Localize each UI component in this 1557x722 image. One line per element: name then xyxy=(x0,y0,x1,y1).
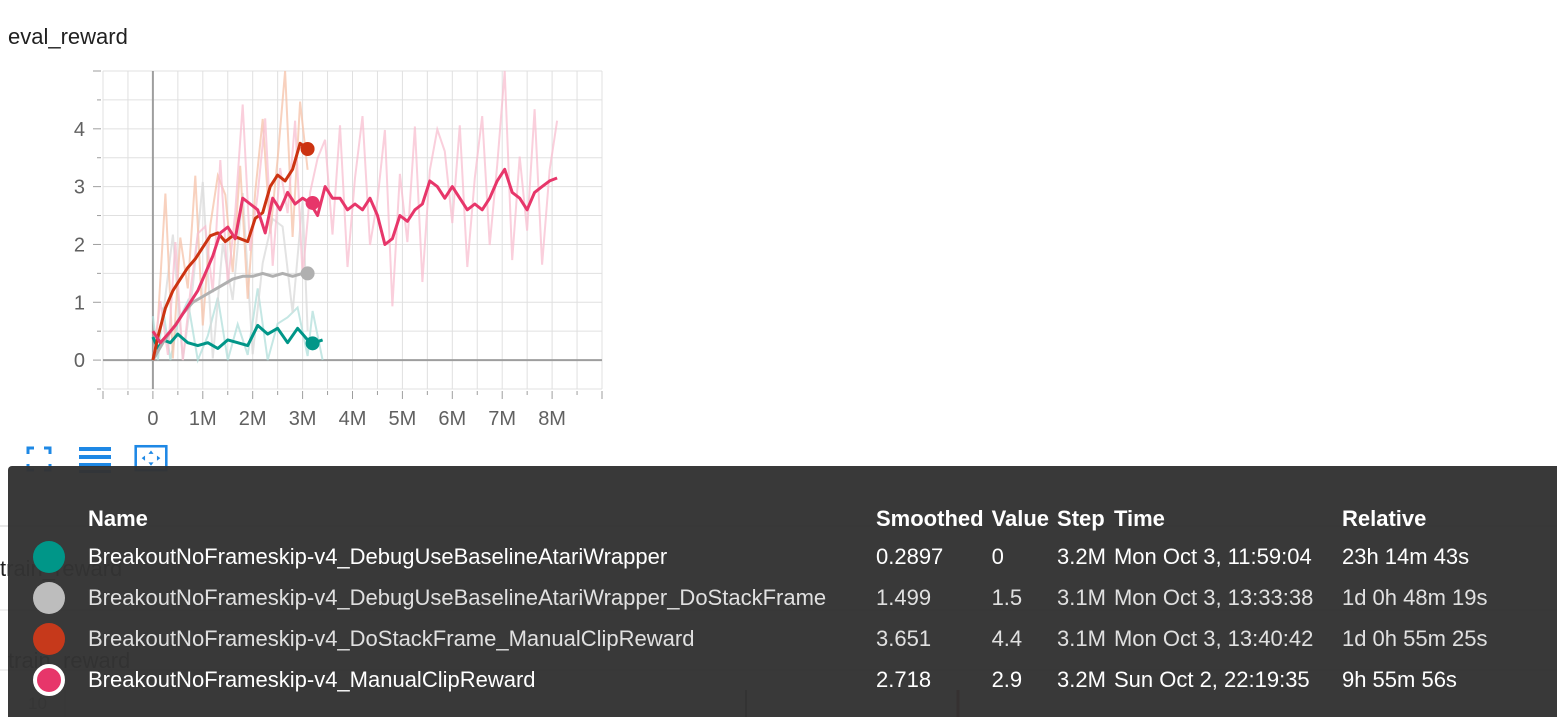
relative-value: 9h 55m 56s xyxy=(1341,666,1457,692)
header-smoothed: Smoothed xyxy=(876,506,984,531)
chart-title: eval_reward xyxy=(8,24,128,49)
header-name: Name xyxy=(88,506,148,531)
tooltip-row: BreakoutNoFrameskip-v4_ManualClipReward … xyxy=(30,659,1496,700)
step-value: 3.2M xyxy=(1057,543,1106,569)
tooltip-row: BreakoutNoFrameskip-v4_DoStackFrame_Manu… xyxy=(30,618,1496,659)
header-time: Time xyxy=(1113,506,1165,531)
time-value: Mon Oct 3, 11:59:04 xyxy=(1113,543,1312,569)
series-line xyxy=(151,323,324,350)
relative-value: 23h 14m 43s xyxy=(1341,543,1470,569)
y-tick-label: 1 xyxy=(74,292,85,314)
x-tick-label: 6M xyxy=(438,408,466,430)
time-value: Mon Oct 3, 13:33:38 xyxy=(1113,584,1314,610)
run-name: BreakoutNoFrameskip-v4_ManualClipReward xyxy=(88,666,536,692)
x-tick-label: 5M xyxy=(389,408,417,430)
hover-point-marker xyxy=(305,336,320,351)
smoothed-value: 0.2897 xyxy=(876,543,944,569)
x-tick-label: 3M xyxy=(289,408,317,430)
x-tick-label: 2M xyxy=(239,408,267,430)
chart-tooltip: Name Smoothed Value Step Time Relative B… xyxy=(8,466,1557,717)
eval-reward-chart[interactable]: 0 1M 2M 3M 4M 5M 6M 7M 8M 0 1 2 3 4 xyxy=(0,55,620,435)
raw-value: 2.9 xyxy=(991,666,1023,692)
tooltip-row: BreakoutNoFrameskip-v4_DebugUseBaselineA… xyxy=(30,577,1496,618)
step-value: 3.1M xyxy=(1057,625,1106,651)
hover-point-marker xyxy=(305,195,320,210)
run-name: BreakoutNoFrameskip-v4_DoStackFrame_Manu… xyxy=(88,625,695,651)
header-step: Step xyxy=(1057,506,1105,531)
y-tick-label: 4 xyxy=(74,119,85,141)
x-tick-label: 8M xyxy=(538,408,566,430)
relative-value: 1d 0h 55m 25s xyxy=(1341,625,1488,651)
step-value: 3.1M xyxy=(1057,584,1106,610)
relative-value: 1d 0h 48m 19s xyxy=(1341,584,1488,610)
hover-point-marker xyxy=(300,266,315,281)
run-color-swatch xyxy=(33,663,65,696)
time-value: Mon Oct 3, 13:40:42 xyxy=(1113,625,1314,651)
raw-value: 1.5 xyxy=(991,584,1023,610)
x-tick-label: 4M xyxy=(339,408,367,430)
header-value: Value xyxy=(991,506,1050,531)
tooltip-table: Name Smoothed Value Step Time Relative B… xyxy=(30,502,1496,700)
y-tick-label: 2 xyxy=(74,234,85,256)
raw-value: 0 xyxy=(991,543,1004,569)
tooltip-row: BreakoutNoFrameskip-v4_DebugUseBaselineA… xyxy=(30,536,1496,577)
smoothed-value: 1.499 xyxy=(876,584,932,610)
header-relative: Relative xyxy=(1341,506,1427,531)
x-tick-label: 7M xyxy=(488,408,516,430)
smoothed-value: 3.651 xyxy=(876,625,932,651)
raw-value: 4.4 xyxy=(991,625,1023,651)
tooltip-header-row: Name Smoothed Value Step Time Relative xyxy=(30,502,1496,536)
x-tick-label: 0 xyxy=(147,408,158,430)
time-value: Sun Oct 2, 22:19:35 xyxy=(1113,666,1310,692)
x-tick-label: 1M xyxy=(189,408,217,430)
hover-point-marker xyxy=(300,141,315,156)
run-color-swatch xyxy=(33,581,65,614)
step-value: 3.2M xyxy=(1057,666,1106,692)
smoothed-value: 2.718 xyxy=(876,666,932,692)
y-tick-label: 0 xyxy=(74,350,85,372)
run-name: BreakoutNoFrameskip-v4_DebugUseBaselineA… xyxy=(88,584,827,610)
run-name: BreakoutNoFrameskip-v4_DebugUseBaselineA… xyxy=(88,543,668,569)
header-swatch xyxy=(30,502,88,536)
run-color-swatch xyxy=(33,622,65,655)
run-color-swatch xyxy=(33,540,65,573)
y-tick-label: 3 xyxy=(74,177,85,199)
